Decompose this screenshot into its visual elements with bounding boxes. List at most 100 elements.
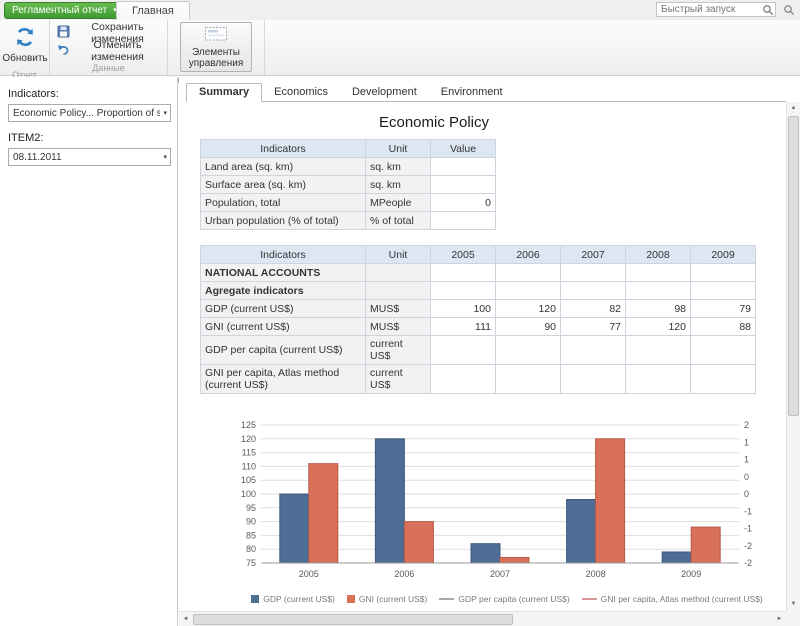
- svg-text:125: 125: [241, 420, 256, 430]
- ribbon-group-report: Обновить Отчет: [0, 20, 50, 75]
- column-header: Unit: [366, 246, 431, 264]
- tab-strip: SummaryEconomicsDevelopmentEnvironment: [186, 84, 786, 102]
- value-cell[interactable]: [431, 212, 496, 230]
- value-cell[interactable]: [626, 264, 691, 282]
- unit-cell: current US$: [366, 365, 431, 394]
- svg-text:1: 1: [744, 437, 749, 447]
- svg-text:105: 105: [241, 475, 256, 485]
- value-cell[interactable]: [561, 365, 626, 394]
- value-cell[interactable]: [626, 336, 691, 365]
- horizontal-scrollbar[interactable]: ◄ ►: [179, 611, 786, 626]
- value-cell[interactable]: 79: [691, 300, 756, 318]
- value-cell[interactable]: 98: [626, 300, 691, 318]
- svg-text:95: 95: [246, 503, 256, 513]
- value-cell[interactable]: [691, 336, 756, 365]
- summary-table-head-row: IndicatorsUnitValue: [201, 140, 496, 158]
- quick-search-input[interactable]: [657, 4, 760, 15]
- value-cell[interactable]: [496, 282, 561, 300]
- value-cell[interactable]: [691, 282, 756, 300]
- controls-icon: [204, 26, 228, 45]
- search-icon[interactable]: [760, 4, 775, 16]
- undo-changes-button[interactable]: Отменить изменения: [53, 42, 164, 59]
- undo-changes-label: Отменить изменения: [75, 39, 160, 63]
- value-cell[interactable]: [431, 336, 496, 365]
- item2-dropdown-value: 08.11.2011: [13, 152, 160, 163]
- vertical-scrollbar[interactable]: ▲ ▼: [786, 102, 800, 611]
- svg-text:1: 1: [744, 455, 749, 465]
- ribbon: Регламентный отчет ▾ Главная: [0, 0, 800, 76]
- value-cell[interactable]: [626, 282, 691, 300]
- report-panel: Economic Policy IndicatorsUnitValue Land…: [179, 102, 786, 611]
- refresh-button[interactable]: Обновить: [3, 22, 47, 67]
- value-cell[interactable]: [431, 282, 496, 300]
- item2-dropdown[interactable]: 08.11.2011 ▾: [8, 148, 171, 166]
- tab-summary[interactable]: Summary: [186, 83, 262, 102]
- value-cell[interactable]: 111: [431, 318, 496, 336]
- value-cell[interactable]: [496, 264, 561, 282]
- unit-cell: [366, 264, 431, 282]
- column-header: Indicators: [201, 140, 366, 158]
- scrollbar-corner: [786, 611, 800, 626]
- quick-search-box: [656, 2, 776, 17]
- chart-legend: GDP (current US$)GNI (current US$)GDP pe…: [227, 594, 786, 604]
- svg-text:75: 75: [246, 558, 256, 568]
- legend-label: GNI per capita, Atlas method (current US…: [601, 594, 763, 604]
- tab-development[interactable]: Development: [340, 84, 429, 101]
- value-cell[interactable]: 120: [626, 318, 691, 336]
- table-row: Land area (sq. km)sq. km: [201, 158, 496, 176]
- svg-text:115: 115: [242, 448, 256, 458]
- scroll-down-icon[interactable]: ▼: [787, 598, 800, 611]
- svg-text:2: 2: [744, 420, 749, 430]
- value-cell[interactable]: 82: [561, 300, 626, 318]
- value-cell[interactable]: [561, 264, 626, 282]
- column-header: 2005: [431, 246, 496, 264]
- ribbon-tab-home[interactable]: Главная: [116, 1, 190, 20]
- column-header: 2009: [691, 246, 756, 264]
- legend-line-icon: [582, 598, 597, 600]
- value-cell[interactable]: 100: [431, 300, 496, 318]
- indicator-cell: Urban population (% of total): [201, 212, 366, 230]
- column-header: 2008: [626, 246, 691, 264]
- chart: 125120115110105100959085807521100-1-1-2-…: [227, 418, 767, 604]
- svg-text:80: 80: [246, 544, 256, 554]
- value-cell[interactable]: [496, 336, 561, 365]
- scroll-right-icon[interactable]: ►: [773, 613, 786, 626]
- value-cell[interactable]: 77: [561, 318, 626, 336]
- value-cell[interactable]: [431, 176, 496, 194]
- scroll-left-icon[interactable]: ◄: [179, 613, 192, 626]
- column-header: Indicators: [201, 246, 366, 264]
- controls-button[interactable]: Элементы управления: [180, 22, 252, 72]
- table-row: GDP per capita (current US$)current US$: [201, 336, 756, 365]
- ribbon-body: Обновить Отчет Сохран: [0, 20, 800, 75]
- value-cell[interactable]: 0: [431, 194, 496, 212]
- vertical-scroll-thumb[interactable]: [788, 116, 799, 416]
- sidebar: Indicators: Economic Policy... Proportio…: [0, 77, 178, 626]
- tab-environment[interactable]: Environment: [429, 84, 515, 101]
- value-cell[interactable]: [561, 282, 626, 300]
- value-cell[interactable]: [626, 365, 691, 394]
- value-cell[interactable]: 90: [496, 318, 561, 336]
- page-title: Economic Policy: [179, 114, 689, 131]
- value-cell[interactable]: 88: [691, 318, 756, 336]
- indicator-cell: GDP (current US$): [201, 300, 366, 318]
- svg-text:2008: 2008: [586, 569, 606, 579]
- horizontal-scroll-thumb[interactable]: [193, 614, 513, 625]
- report-menu-button[interactable]: Регламентный отчет ▾: [4, 2, 125, 19]
- value-cell[interactable]: [691, 264, 756, 282]
- value-cell[interactable]: [431, 365, 496, 394]
- legend-square-icon: [251, 595, 259, 603]
- value-cell[interactable]: [561, 336, 626, 365]
- table-row: NATIONAL ACCOUNTS: [201, 264, 756, 282]
- value-cell[interactable]: [691, 365, 756, 394]
- search-icon[interactable]: [781, 3, 796, 17]
- scroll-up-icon[interactable]: ▲: [787, 102, 800, 115]
- value-cell[interactable]: [496, 365, 561, 394]
- undo-icon: [57, 43, 70, 59]
- legend-label: GDP per capita (current US$): [458, 594, 569, 604]
- value-cell[interactable]: [431, 158, 496, 176]
- indicators-dropdown[interactable]: Economic Policy... Proportion of s... (1…: [8, 104, 171, 122]
- chevron-down-icon: ▾: [160, 109, 167, 117]
- value-cell[interactable]: [431, 264, 496, 282]
- value-cell[interactable]: 120: [496, 300, 561, 318]
- tab-economics[interactable]: Economics: [262, 84, 340, 101]
